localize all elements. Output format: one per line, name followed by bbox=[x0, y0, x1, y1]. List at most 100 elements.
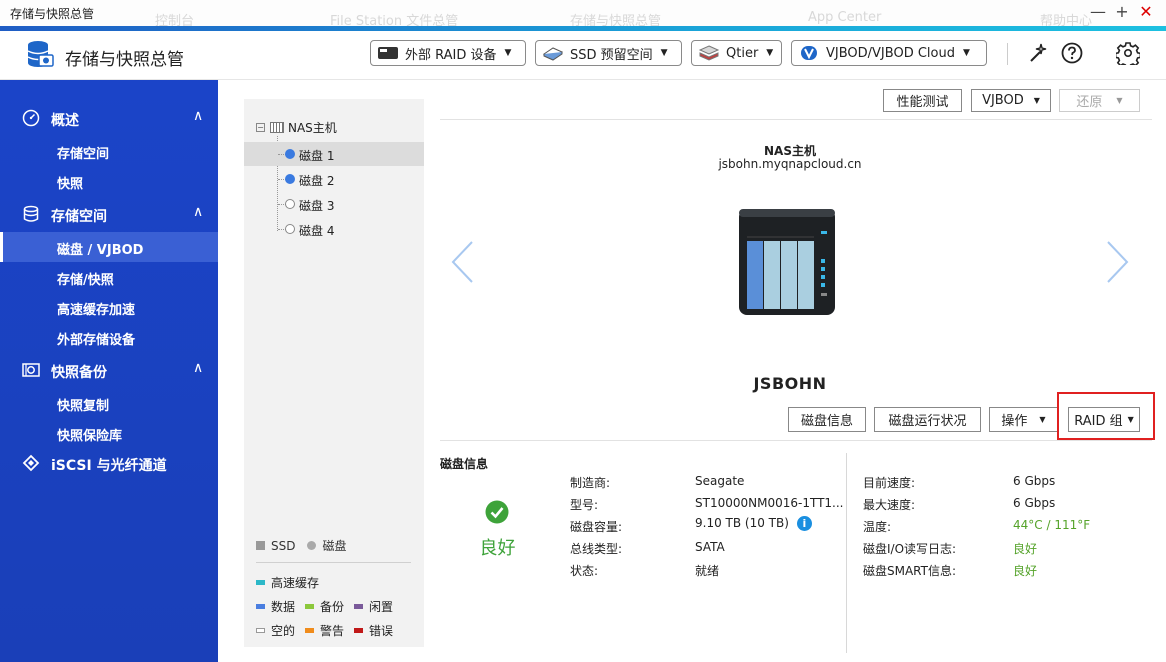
sidebar-item-label: 高速缓存加速 bbox=[57, 303, 136, 318]
iscsi-icon bbox=[22, 454, 40, 472]
model-value: ST10000NM0016-1TT1... bbox=[695, 496, 844, 510]
manufacturer-value: Seagate bbox=[695, 474, 745, 488]
section-divider bbox=[440, 440, 1152, 441]
caret-down-icon: ▼ bbox=[1033, 96, 1040, 105]
ssd-label: SSD 预留空间 bbox=[570, 47, 653, 63]
disk-status-dot-icon bbox=[285, 174, 295, 184]
check-circle-icon bbox=[485, 500, 509, 524]
gear-icon[interactable] bbox=[1116, 41, 1140, 65]
current-speed-value: 6 Gbps bbox=[1013, 474, 1056, 488]
legend-cache: 高速缓存 bbox=[271, 576, 320, 590]
sidebar-section-storage[interactable]: 存储空间 ∧ bbox=[0, 199, 218, 229]
close-button[interactable]: ✕ bbox=[1136, 2, 1156, 22]
qtier-label: Qtier bbox=[726, 45, 759, 61]
smart-info-value: 良好 bbox=[1013, 564, 1038, 578]
capacity-value: 9.10 TB (10 TB) bbox=[695, 516, 789, 530]
ssd-overprovision-button[interactable]: SSD 预留空间 ▼ bbox=[535, 40, 682, 66]
tree-disk-label: 磁盘 4 bbox=[299, 224, 335, 238]
legend-data: 数据 bbox=[271, 600, 296, 614]
sidebar-section-iscsi[interactable]: iSCSI 与光纤通道 bbox=[0, 448, 218, 478]
maximize-button[interactable]: + bbox=[1112, 2, 1132, 22]
sidebar-section-snapshot-backup[interactable]: 快照备份 ∧ bbox=[0, 355, 218, 385]
tree-disk-4[interactable]: 磁盘 4 bbox=[244, 217, 424, 241]
sidebar-section-label: iSCSI 与光纤通道 bbox=[51, 458, 167, 474]
sidebar-section-label: 快照备份 bbox=[51, 365, 107, 381]
legend-ssd: SSD bbox=[271, 538, 296, 553]
ssd-icon bbox=[542, 47, 564, 61]
tree-disk-label: 磁盘 1 bbox=[299, 149, 335, 163]
legend-type: SSD 磁盘 bbox=[256, 537, 347, 554]
app-header: 存储与快照总管 外部 RAID 设备 ▼ SSD 预留空间 ▼ Qtier ▼ … bbox=[0, 31, 1166, 80]
info-column-divider bbox=[846, 453, 847, 653]
storage-app-icon bbox=[27, 41, 54, 67]
highlight-box bbox=[1057, 392, 1155, 440]
backup-swatch-icon bbox=[305, 604, 315, 609]
sidebar-item-storage-snapshots[interactable]: 存储/快照 bbox=[0, 262, 218, 292]
caret-down-icon: ▼ bbox=[1039, 415, 1046, 424]
sidebar-item-snapshot-vault[interactable]: 快照保险库 bbox=[0, 418, 218, 448]
manufacturer-label: 制造商: bbox=[570, 476, 611, 490]
state-label: 状态: bbox=[570, 564, 599, 578]
cache-swatch-icon bbox=[256, 580, 265, 585]
snapshot-icon bbox=[22, 363, 40, 377]
sidebar-item-label: 存储空间 bbox=[57, 147, 110, 162]
sidebar-section-overview[interactable]: 概述 ∧ bbox=[0, 103, 218, 133]
caret-down-icon: ▼ bbox=[660, 48, 668, 58]
io-log-value: 良好 bbox=[1013, 542, 1038, 556]
qtier-icon bbox=[698, 45, 720, 61]
sidebar-item-external-storage[interactable]: 外部存储设备 bbox=[0, 322, 218, 352]
sidebar-item-snapshot[interactable]: 快照 bbox=[0, 166, 218, 196]
sidebar-item-label: 存储/快照 bbox=[57, 273, 114, 288]
performance-test-button[interactable]: 性能测试 bbox=[883, 89, 962, 112]
disk-info-button[interactable]: 磁盘信息 bbox=[788, 407, 866, 432]
minimize-button[interactable]: — bbox=[1088, 2, 1108, 22]
sidebar: 概述 ∧ 存储空间 快照 存储空间 ∧ 磁盘 / VJBOD 存储/快照 高速缓… bbox=[0, 80, 218, 662]
sidebar-item-disks-vjbod[interactable]: 磁盘 / VJBOD bbox=[0, 232, 218, 262]
io-log-label: 磁盘I/O读写日志: bbox=[863, 542, 957, 556]
sidebar-item-label: 快照复制 bbox=[57, 399, 110, 414]
temperature-value: 44°C / 111°F bbox=[1013, 518, 1091, 532]
disk-tree-panel: − NAS主机 磁盘 1 磁盘 2 磁盘 3 磁盘 4 bbox=[244, 99, 424, 647]
legend-disk: 磁盘 bbox=[322, 539, 347, 553]
chevron-left-icon[interactable] bbox=[450, 240, 474, 284]
sidebar-item-storage-space[interactable]: 存储空间 bbox=[0, 136, 218, 166]
smart-info-label: 磁盘SMART信息: bbox=[863, 564, 957, 578]
collapse-toggle-icon[interactable]: − bbox=[256, 123, 265, 132]
tree-root-nas[interactable]: − NAS主机 bbox=[256, 119, 337, 136]
legend-error: 错误 bbox=[369, 624, 394, 638]
vjbod-cloud-button[interactable]: VJBOD/VJBOD Cloud ▼ bbox=[791, 40, 987, 66]
legend-warning: 警告 bbox=[320, 624, 345, 638]
performance-test-label: 性能测试 bbox=[896, 95, 949, 110]
tree-disk-3[interactable]: 磁盘 3 bbox=[244, 192, 424, 216]
disk-status-text: 良好 bbox=[479, 538, 516, 559]
disk-status-dot-icon bbox=[285, 149, 295, 159]
gauge-icon bbox=[22, 109, 40, 127]
info-icon[interactable]: i bbox=[796, 516, 812, 531]
tree-disk-2[interactable]: 磁盘 2 bbox=[244, 167, 424, 191]
empty-swatch-icon bbox=[256, 628, 265, 633]
qtier-button[interactable]: Qtier ▼ bbox=[691, 40, 782, 66]
disk-circle-icon bbox=[307, 541, 317, 550]
disk-health-button[interactable]: 磁盘运行状况 bbox=[874, 407, 981, 432]
chevron-right-icon[interactable] bbox=[1106, 240, 1130, 284]
app-name: 存储与快照总管 bbox=[65, 50, 184, 70]
legend-divider bbox=[256, 562, 411, 563]
database-icon bbox=[23, 205, 39, 222]
tree-disk-label: 磁盘 3 bbox=[299, 199, 335, 213]
nas-hostname: jsbohn.myqnapcloud.cn bbox=[718, 157, 862, 171]
vjbod-dropdown[interactable]: VJBOD ▼ bbox=[971, 89, 1051, 112]
device-name: JSBOHN bbox=[753, 374, 827, 393]
operation-dropdown[interactable]: 操作 ▼ bbox=[989, 407, 1058, 432]
help-icon[interactable] bbox=[1060, 41, 1084, 65]
tree-disk-label: 磁盘 2 bbox=[299, 174, 335, 188]
sidebar-item-cache-acceleration[interactable]: 高速缓存加速 bbox=[0, 292, 218, 322]
chevron-up-icon: ∧ bbox=[193, 108, 204, 124]
restore-dropdown[interactable]: 还原 ▼ bbox=[1059, 89, 1140, 112]
window-title: 存储与快照总管 bbox=[10, 7, 95, 21]
external-raid-button[interactable]: 外部 RAID 设备 ▼ bbox=[370, 40, 526, 66]
tree-disk-1[interactable]: 磁盘 1 bbox=[244, 142, 424, 166]
magic-wand-icon[interactable] bbox=[1026, 41, 1050, 65]
warning-swatch-icon bbox=[305, 628, 315, 633]
chevron-up-icon: ∧ bbox=[193, 204, 204, 220]
sidebar-item-snapshot-replica[interactable]: 快照复制 bbox=[0, 388, 218, 418]
